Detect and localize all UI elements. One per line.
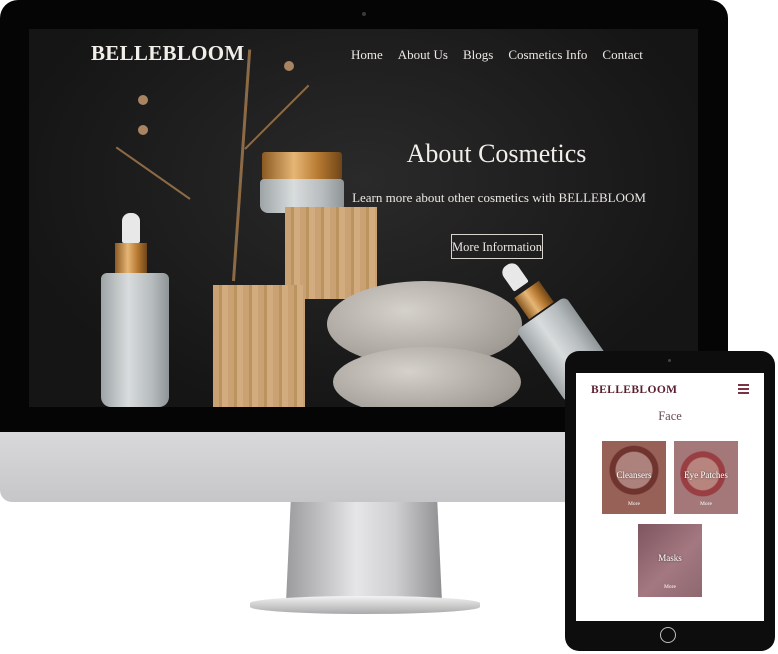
tablet-camera — [668, 359, 671, 362]
camera-dot — [362, 12, 366, 16]
dried-branch — [232, 49, 252, 282]
dropper-bulb — [122, 213, 140, 243]
card-more-link[interactable]: More — [602, 501, 666, 507]
dried-bud — [138, 125, 148, 135]
nav-about-us[interactable]: About Us — [398, 47, 448, 63]
tablet-frame: BELLEBLOOM Face Cleansers More Eye Patch… — [565, 351, 775, 651]
card-cleansers[interactable]: Cleansers More — [602, 441, 666, 514]
nav-blogs[interactable]: Blogs — [463, 47, 493, 63]
wood-block-lower — [213, 285, 305, 407]
imac-stand-base — [250, 596, 480, 614]
card-label: Cleansers — [616, 470, 652, 480]
tablet-home-button[interactable] — [660, 627, 676, 643]
dried-branch — [244, 84, 310, 150]
hero-title: About Cosmetics — [406, 139, 587, 168]
jar-lid — [262, 152, 342, 180]
card-more-link[interactable]: More — [638, 584, 702, 590]
dried-bud — [138, 95, 148, 105]
card-label: Masks — [658, 553, 682, 563]
face-section-title: Face — [658, 409, 682, 423]
card-label: Eye Patches — [684, 470, 728, 480]
nav-contact[interactable]: Contact — [602, 47, 642, 63]
stone-bottom — [333, 347, 521, 407]
card-eye-patches[interactable]: Eye Patches More — [674, 441, 738, 514]
card-masks[interactable]: Masks More — [638, 524, 702, 597]
serum-bottle — [101, 273, 169, 407]
main-nav: Home About Us Blogs Cosmetics Info Conta… — [351, 47, 643, 63]
nav-home[interactable]: Home — [351, 47, 383, 63]
imac-stand-neck — [286, 502, 442, 602]
dropper-bulb-tilted — [499, 260, 529, 292]
tablet-screen: BELLEBLOOM Face Cleansers More Eye Patch… — [576, 373, 764, 621]
hamburger-icon[interactable] — [738, 384, 749, 394]
hero-subtitle: Learn more about other cosmetics with BE… — [352, 190, 646, 205]
dried-bud — [284, 61, 294, 71]
site-logo[interactable]: BELLEBLOOM — [91, 41, 245, 66]
more-information-button[interactable]: More Information — [451, 234, 543, 259]
card-more-link[interactable]: More — [674, 501, 738, 507]
bottle-collar — [115, 243, 147, 273]
tablet-site-logo[interactable]: BELLEBLOOM — [591, 384, 677, 396]
dried-branch — [115, 146, 191, 200]
nav-cosmetics-info[interactable]: Cosmetics Info — [508, 47, 587, 63]
